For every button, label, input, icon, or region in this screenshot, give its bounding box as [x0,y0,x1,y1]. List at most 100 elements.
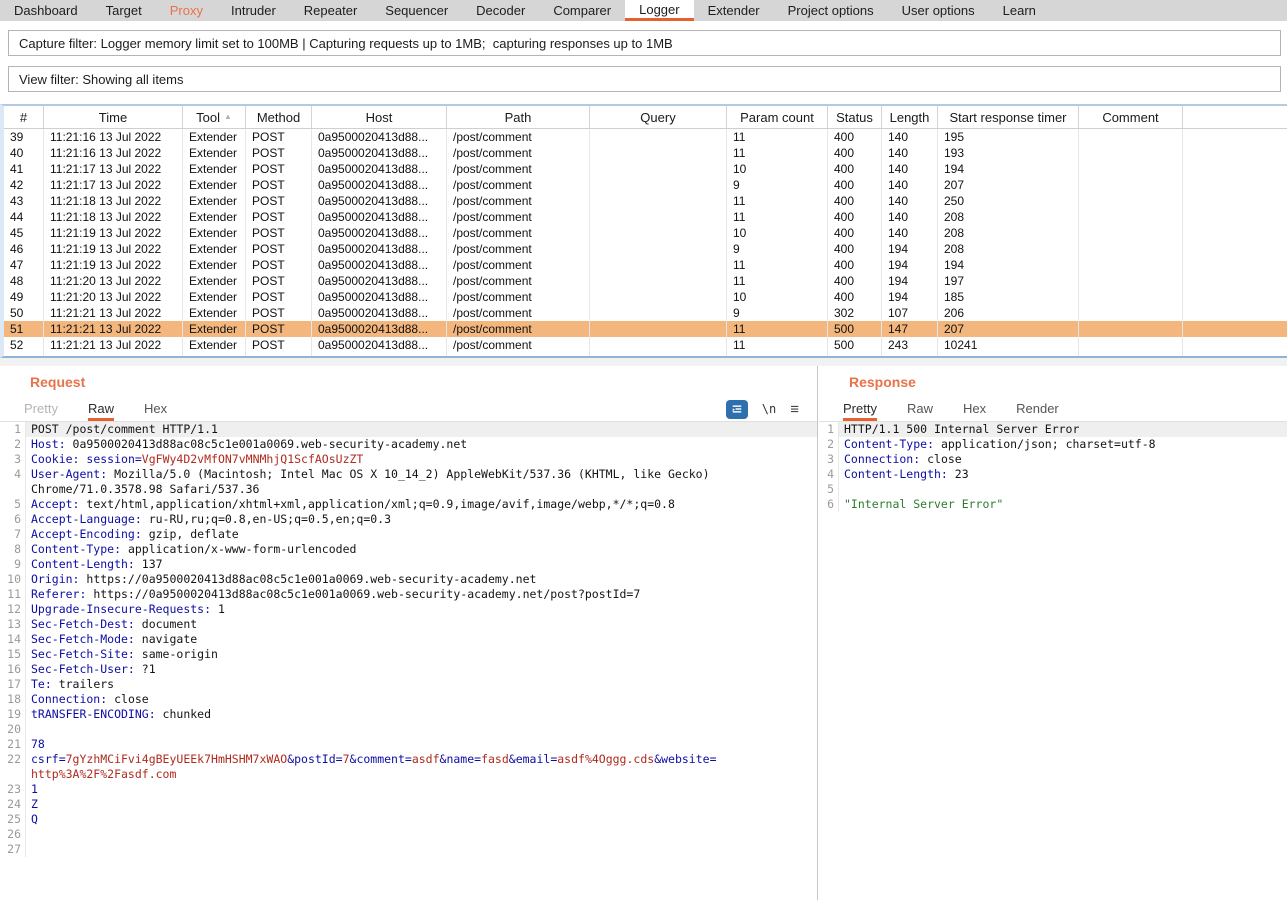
table-row[interactable]: 4211:21:17 13 Jul 2022ExtenderPOST0a9500… [4,177,1287,193]
response-tab-hex[interactable]: Hex [963,401,986,421]
logger-table: #TimeTool▲ Method HostPathQueryParam count… [0,104,1287,358]
request-line: 11Referer: https://0a9500020413d88ac08c5… [0,587,817,602]
column-header-time[interactable]: Time [44,106,183,128]
request-tab-raw[interactable]: Raw [88,401,114,421]
line-number: 9 [0,557,26,572]
table-row[interactable]: 4511:21:19 13 Jul 2022ExtenderPOST0a9500… [4,225,1287,241]
column-header-start-response-timer[interactable]: Start response timer [938,106,1079,128]
column-header-method[interactable]: Method [246,106,312,128]
table-row[interactable]: 5211:21:21 13 Jul 2022ExtenderPOST0a9500… [4,337,1287,353]
request-line: 13Sec-Fetch-Dest: document [0,617,817,632]
tab-decoder[interactable]: Decoder [462,0,539,21]
request-editor[interactable]: 1POST /post/comment HTTP/1.12Host: 0a950… [0,422,817,900]
column-header-param-count[interactable]: Param count [727,106,828,128]
cell-status: 302 [828,305,882,321]
cell--: 48 [4,273,44,289]
cell-tool: Extender [183,145,246,161]
request-line: 20 [0,722,817,737]
response-tab-pretty[interactable]: Pretty [843,401,877,421]
cell-method: POST [246,161,312,177]
request-line: 15Sec-Fetch-Site: same-origin [0,647,817,662]
column-header-status[interactable]: Status [828,106,882,128]
cell-path: /post/comment [447,225,590,241]
response-editor[interactable]: 1HTTP/1.1 500 Internal Server Error2Cont… [819,422,1287,900]
column-header--[interactable]: # [4,106,44,128]
response-tab-render[interactable]: Render [1016,401,1059,421]
table-row[interactable]: 4311:21:18 13 Jul 2022ExtenderPOST0a9500… [4,193,1287,209]
cell-start-response-timer: 206 [938,305,1079,321]
table-row[interactable]: 4611:21:19 13 Jul 2022ExtenderPOST0a9500… [4,241,1287,257]
request-line-text: Te: trailers [26,677,817,692]
table-row[interactable]: 4111:21:17 13 Jul 2022ExtenderPOST0a9500… [4,161,1287,177]
tab-learn[interactable]: Learn [989,0,1050,21]
tab-intruder[interactable]: Intruder [217,0,290,21]
cell-param-count: 9 [727,241,828,257]
column-header-label: Method [257,110,300,125]
table-row[interactable]: 5111:21:21 13 Jul 2022ExtenderPOST0a9500… [4,321,1287,337]
cell-param-count: 11 [727,321,828,337]
table-row[interactable]: 4411:21:18 13 Jul 2022ExtenderPOST0a9500… [4,209,1287,225]
tab-proxy[interactable]: Proxy [156,0,217,21]
cell--: 50 [4,305,44,321]
table-row[interactable]: 4011:21:16 13 Jul 2022ExtenderPOST0a9500… [4,145,1287,161]
capture-filter-bar[interactable]: Capture filter: Logger memory limit set … [8,30,1281,56]
tab-logger[interactable]: Logger [625,0,693,21]
tab-project-options[interactable]: Project options [774,0,888,21]
line-number: 27 [0,842,26,857]
column-header-comment[interactable]: Comment [1079,106,1183,128]
response-tab-raw[interactable]: Raw [907,401,933,421]
request-line: 3Cookie: session=VgFWy4D2vMfON7vMNMhjQ1S… [0,452,817,467]
cell-tool: Extender [183,161,246,177]
cell-path: /post/comment [447,177,590,193]
table-row[interactable]: 4811:21:20 13 Jul 2022ExtenderPOST0a9500… [4,273,1287,289]
cell-status: 500 [828,321,882,337]
line-number [0,767,26,782]
cell-method: POST [246,225,312,241]
column-header-host[interactable]: Host [312,106,447,128]
response-tab-bar: Pretty Raw Hex Render [819,396,1287,422]
table-row[interactable]: 5011:21:21 13 Jul 2022ExtenderPOST0a9500… [4,305,1287,321]
tab-user-options[interactable]: User options [888,0,989,21]
table-row[interactable]: 4711:21:19 13 Jul 2022ExtenderPOST0a9500… [4,257,1287,273]
request-line-text [26,722,817,737]
tab-target[interactable]: Target [92,0,156,21]
table-row[interactable]: 4911:21:20 13 Jul 2022ExtenderPOST0a9500… [4,289,1287,305]
cell-query [590,145,727,161]
request-line: Chrome/71.0.3578.98 Safari/537.36 [0,482,817,497]
request-line: 7Accept-Encoding: gzip, deflate [0,527,817,542]
request-line-text: Sec-Fetch-Site: same-origin [26,647,817,662]
cell-start-response-timer: 207 [938,177,1079,193]
request-line: 17Te: trailers [0,677,817,692]
request-line: 27 [0,842,817,857]
request-tab-pretty[interactable]: Pretty [24,401,58,421]
request-line-text: Referer: https://0a9500020413d88ac08c5c1… [26,587,817,602]
cell-param-count: 9 [727,177,828,193]
tab-repeater[interactable]: Repeater [290,0,371,21]
request-line-text: Q [26,812,817,827]
newline-toggle-icon[interactable]: \n [762,402,776,416]
request-line: 2178 [0,737,817,752]
tab-comparer[interactable]: Comparer [539,0,625,21]
response-panel: Response PrettyRawHexRender 1HTTP/1.1 50… [819,366,1287,900]
view-filter-bar[interactable]: View filter: Showing all items [8,66,1281,92]
cell--: 47 [4,257,44,273]
column-header-tool[interactable]: Tool▲ [183,106,246,128]
cell-length: 140 [882,209,938,225]
cell-method: POST [246,129,312,145]
request-tab-hex[interactable]: Hex [144,401,167,421]
line-number: 13 [0,617,26,632]
table-row[interactable]: 3911:21:16 13 Jul 2022ExtenderPOST0a9500… [4,129,1287,145]
pretty-print-button[interactable] [726,400,748,419]
request-line: 1POST /post/comment HTTP/1.1 [0,422,817,437]
cell-time: 11:21:18 13 Jul 2022 [44,193,183,209]
column-header-path[interactable]: Path [447,106,590,128]
column-header-query[interactable]: Query [590,106,727,128]
cell-start-response-timer: 250 [938,193,1079,209]
tab-dashboard[interactable]: Dashboard [0,0,92,21]
request-line-text: Accept-Encoding: gzip, deflate [26,527,817,542]
column-header-length[interactable]: Length [882,106,938,128]
sort-ascending-icon: ▲ [224,113,232,121]
tab-extender[interactable]: Extender [694,0,774,21]
editor-menu-icon[interactable]: ≡ [790,401,799,418]
tab-sequencer[interactable]: Sequencer [371,0,462,21]
